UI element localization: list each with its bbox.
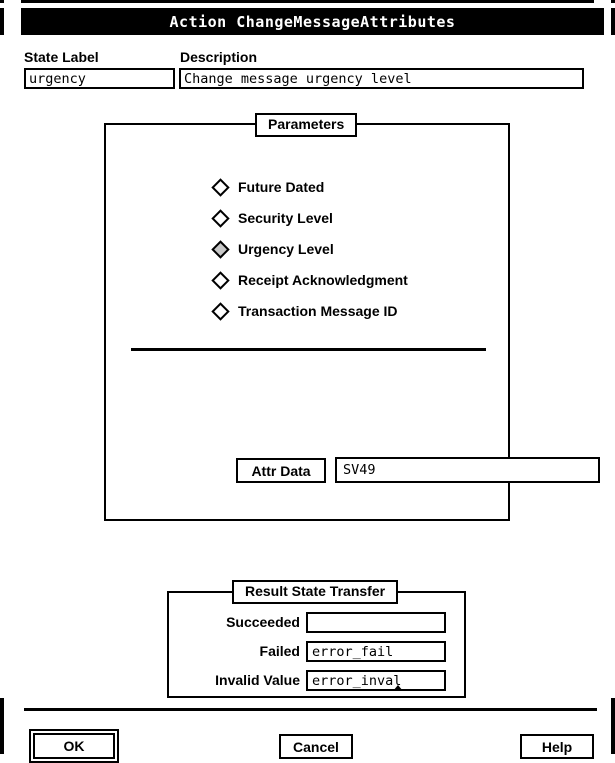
parameters-separator [131, 348, 486, 351]
resize-grip-gap-right [611, 35, 615, 698]
invalid-value-input[interactable]: error_inval [306, 670, 446, 691]
parameter-option-future-dated[interactable]: Future Dated [211, 177, 325, 197]
attr-data-button[interactable]: Attr Data [236, 458, 326, 483]
window-title-bar[interactable]: Action ChangeMessageAttributes [21, 8, 604, 35]
window-border-top[interactable] [0, 0, 615, 3]
radio-diamond-icon-selected[interactable] [211, 239, 230, 259]
cancel-button[interactable]: Cancel [279, 734, 353, 759]
radio-diamond-icon[interactable] [211, 270, 230, 290]
state-label-caption: State Label [24, 49, 99, 65]
resize-grip-gap-top-left-h [4, 0, 21, 3]
parameter-option-label: Future Dated [238, 179, 325, 195]
result-state-transfer-group: Succeeded Failed error_fail Invalid Valu… [167, 591, 466, 698]
succeeded-label: Succeeded [226, 614, 300, 630]
ok-button[interactable]: OK [33, 733, 115, 759]
description-input[interactable]: Change message urgency level [179, 68, 584, 89]
parameter-option-label: Security Level [238, 210, 333, 226]
resize-grip-gap-top-left [0, 3, 4, 8]
invalid-value-label: Invalid Value [215, 672, 300, 688]
parameters-group: Future Dated Security Level Urgency Leve… [104, 123, 600, 521]
resize-grip-gap-left [0, 35, 4, 698]
application-window: Action ChangeMessageAttributes State Lab… [0, 0, 615, 763]
succeeded-input[interactable] [306, 612, 446, 633]
text-insertion-caret [393, 685, 403, 691]
resize-grip-gap-top-right-h [594, 0, 611, 3]
parameter-option-receipt-acknowledgment[interactable]: Receipt Acknowledgment [211, 270, 408, 290]
window-title-text: Action ChangeMessageAttributes [169, 12, 456, 31]
parameter-option-transaction-message-id[interactable]: Transaction Message ID [211, 301, 398, 321]
failed-input[interactable]: error_fail [306, 641, 446, 662]
resize-grip-gap-top-right [611, 3, 615, 8]
attr-data-input[interactable]: SV49 [335, 457, 600, 483]
parameter-option-label: Transaction Message ID [238, 303, 398, 319]
radio-diamond-icon[interactable] [211, 177, 230, 197]
dialog-client-area: State Label Description urgency Change m… [10, 35, 606, 763]
radio-diamond-icon[interactable] [211, 301, 230, 321]
parameters-group-title: Parameters [255, 113, 358, 138]
help-button[interactable]: Help [520, 734, 594, 759]
parameter-option-label: Receipt Acknowledgment [238, 272, 408, 288]
failed-label: Failed [259, 643, 300, 659]
dialog-action-separator [24, 708, 597, 711]
description-caption: Description [180, 49, 258, 65]
state-label-input[interactable]: urgency [24, 68, 175, 89]
radio-diamond-icon[interactable] [211, 208, 230, 228]
parameter-option-label: Urgency Level [238, 241, 334, 257]
parameter-option-urgency-level[interactable]: Urgency Level [211, 239, 334, 259]
parameter-option-security-level[interactable]: Security Level [211, 208, 333, 228]
result-state-transfer-group-title: Result State Transfer [232, 580, 399, 605]
